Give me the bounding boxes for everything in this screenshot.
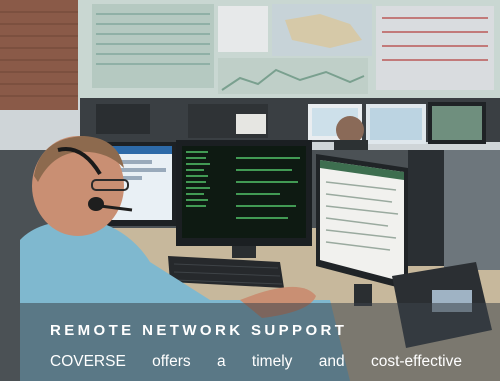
video-wall [78,0,500,100]
monitor-terminal [176,140,312,258]
banner-heading: REMOTE NETWORK SUPPORT [50,322,348,339]
banner-description: COVERSE offers a timely and cost-effecti… [50,353,462,370]
brick-wall [0,0,78,110]
